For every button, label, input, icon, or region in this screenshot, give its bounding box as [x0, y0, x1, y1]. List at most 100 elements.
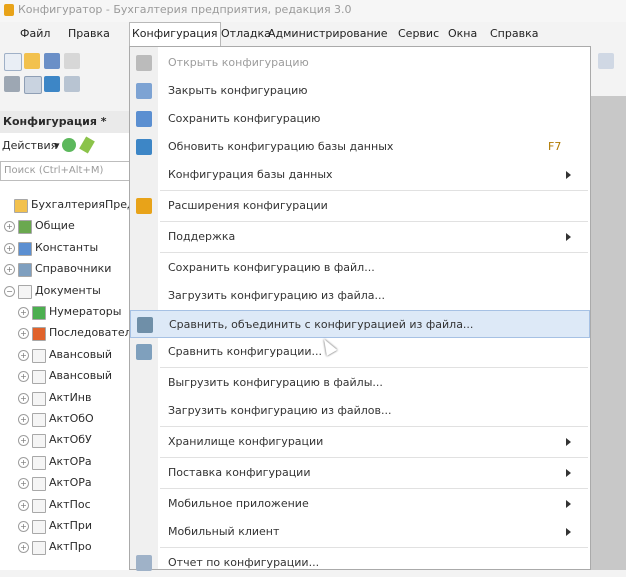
menu-item-3[interactable]: Обновить конфигурацию базы данных F7 [130, 133, 590, 161]
menu-item-15[interactable]: Выгрузить конфигурацию в файлы... [130, 369, 590, 397]
menu-item-label: Конфигурация базы данных [168, 168, 333, 181]
compare-merge-icon [137, 317, 153, 333]
properties-icon[interactable] [24, 76, 42, 94]
cut-icon[interactable] [64, 53, 80, 69]
save-icon[interactable] [44, 53, 60, 69]
update-db-icon [136, 139, 152, 155]
menu-7[interactable]: Справка [488, 22, 540, 46]
menu-5[interactable]: Сервис [396, 22, 441, 46]
menu-item-label: Сравнить, объединить с конфигурацией из … [169, 318, 474, 331]
panel-header: Конфигурация * [0, 111, 140, 133]
tree-item-label: Авансовый [49, 347, 113, 361]
menu-item-1[interactable]: Закрыть конфигурацию [130, 77, 590, 105]
menu-item-23[interactable]: Мобильный клиент [130, 518, 590, 546]
actions-menu[interactable]: Действия [2, 139, 57, 152]
expand-icon[interactable]: + [18, 414, 29, 425]
menu-item-0[interactable]: Открыть конфигурацию [130, 49, 590, 77]
menu-item-label: Загрузить конфигурацию из файлов... [168, 404, 392, 417]
menu-separator [160, 252, 588, 253]
expand-icon[interactable]: + [4, 242, 15, 254]
menu-item-13[interactable]: Сравнить конфигурации... [130, 338, 590, 366]
menu-item-label: Расширения конфигурации [168, 199, 328, 212]
tree-item-label: Справочники [35, 262, 112, 276]
menu-item-label: Сохранить конфигурацию в файл... [168, 261, 375, 274]
menu-item-25[interactable]: Отчет по конфигурации... [130, 549, 590, 577]
numerator-icon [32, 306, 46, 320]
submenu-arrow-icon [566, 469, 571, 477]
menu-item-label: Отчет по конфигурации... [168, 556, 320, 569]
menu-item-16[interactable]: Загрузить конфигурацию из файлов... [130, 397, 590, 425]
document-icon [32, 434, 46, 449]
submenu-arrow-icon [566, 233, 571, 241]
menu-separator [160, 457, 588, 458]
menu-item-20[interactable]: Поставка конфигурации [130, 459, 590, 487]
menu-item-12[interactable]: Сравнить, объединить с конфигурацией из … [130, 310, 590, 338]
menu-item-8[interactable]: Поддержка [130, 223, 590, 251]
menu-4[interactable]: Администрирование [266, 22, 390, 46]
menu-2[interactable]: Конфигурация [129, 22, 221, 46]
document-icon [32, 520, 46, 534]
menu-0[interactable]: Файл [18, 22, 52, 46]
panel-title: Конфигурация * [3, 115, 107, 128]
tree-item-label: Общие [35, 219, 75, 233]
document-icon [32, 541, 46, 556]
edit-icon[interactable] [79, 136, 95, 154]
menu-separator [160, 367, 588, 368]
open-folder-icon[interactable] [24, 53, 40, 69]
menu-item-11[interactable]: Загрузить конфигурацию из файла... [130, 282, 590, 310]
menu-item-10[interactable]: Сохранить конфигурацию в файл... [130, 254, 590, 282]
new-file-icon[interactable] [4, 53, 22, 71]
expand-icon[interactable]: + [18, 392, 29, 404]
menu-item-22[interactable]: Мобильное приложение [130, 490, 590, 518]
submenu-arrow-icon [566, 528, 571, 536]
menu-6[interactable]: Окна [446, 22, 479, 46]
find-icon[interactable] [598, 53, 614, 69]
menu-item-label: Поставка конфигурации [168, 466, 311, 479]
menu-item-label: Сравнить конфигурации... [168, 345, 323, 358]
add-icon[interactable] [62, 138, 76, 152]
menu-1[interactable]: Правка [66, 22, 112, 46]
menu-item-label: Мобильный клиент [168, 525, 280, 538]
close-config-icon [136, 83, 152, 99]
expand-icon[interactable]: + [18, 349, 29, 361]
expand-icon[interactable]: − [4, 285, 15, 297]
submenu-arrow-icon [566, 500, 571, 508]
tree-item-label: Документы [35, 283, 101, 297]
menu-3[interactable]: Отладка [219, 22, 273, 46]
menu-item-4[interactable]: Конфигурация базы данных [130, 161, 590, 189]
common-icon [18, 220, 32, 235]
expand-icon[interactable]: + [18, 456, 29, 468]
menu-separator [160, 221, 588, 222]
expand-icon[interactable]: + [18, 307, 29, 318]
menubar: Файл Правка Конфигурация Отладка Администрир… [0, 22, 626, 46]
menu-item-label: Обновить конфигурацию базы данных [168, 140, 394, 153]
menu-separator [160, 426, 588, 427]
tree-item-label: АктПри [49, 519, 92, 532]
expand-icon[interactable]: + [18, 499, 29, 511]
constants-icon [18, 241, 32, 256]
workspace-area [591, 96, 626, 570]
save-config-icon [136, 111, 152, 127]
menu-item-6[interactable]: Расширения конфигурации [130, 192, 590, 220]
menu-item-label: Хранилище конфигурации [168, 435, 324, 448]
menu-item-label: Мобильное приложение [168, 497, 309, 510]
menu-item-2[interactable]: Сохранить конфигурацию [130, 105, 590, 133]
expand-icon[interactable]: + [18, 521, 29, 532]
document-icon [32, 370, 46, 385]
app-icon [4, 4, 14, 16]
submenu-arrow-icon [566, 438, 571, 446]
window-title: Конфигуратор - Бухгалтерия предприятия, … [18, 3, 352, 16]
window-titlebar: Конфигуратор - Бухгалтерия предприятия, … [0, 0, 626, 22]
actions-bar: Действия ▾ [0, 135, 140, 157]
document-icon [32, 413, 46, 427]
submenu-arrow-icon [566, 171, 571, 179]
search-input[interactable]: Поиск (Ctrl+Alt+M) [0, 161, 138, 181]
menu-item-18[interactable]: Хранилище конфигурации [130, 428, 590, 456]
tree-item-label: АктОбУ [49, 433, 92, 447]
window-icon[interactable] [64, 76, 80, 92]
compare-icon [136, 344, 152, 360]
tree-item-label: АктОРа [49, 454, 92, 468]
update-icon[interactable] [44, 76, 60, 92]
tree-item-label: Авансовый [49, 369, 113, 383]
config-tree-icon[interactable] [4, 76, 20, 92]
